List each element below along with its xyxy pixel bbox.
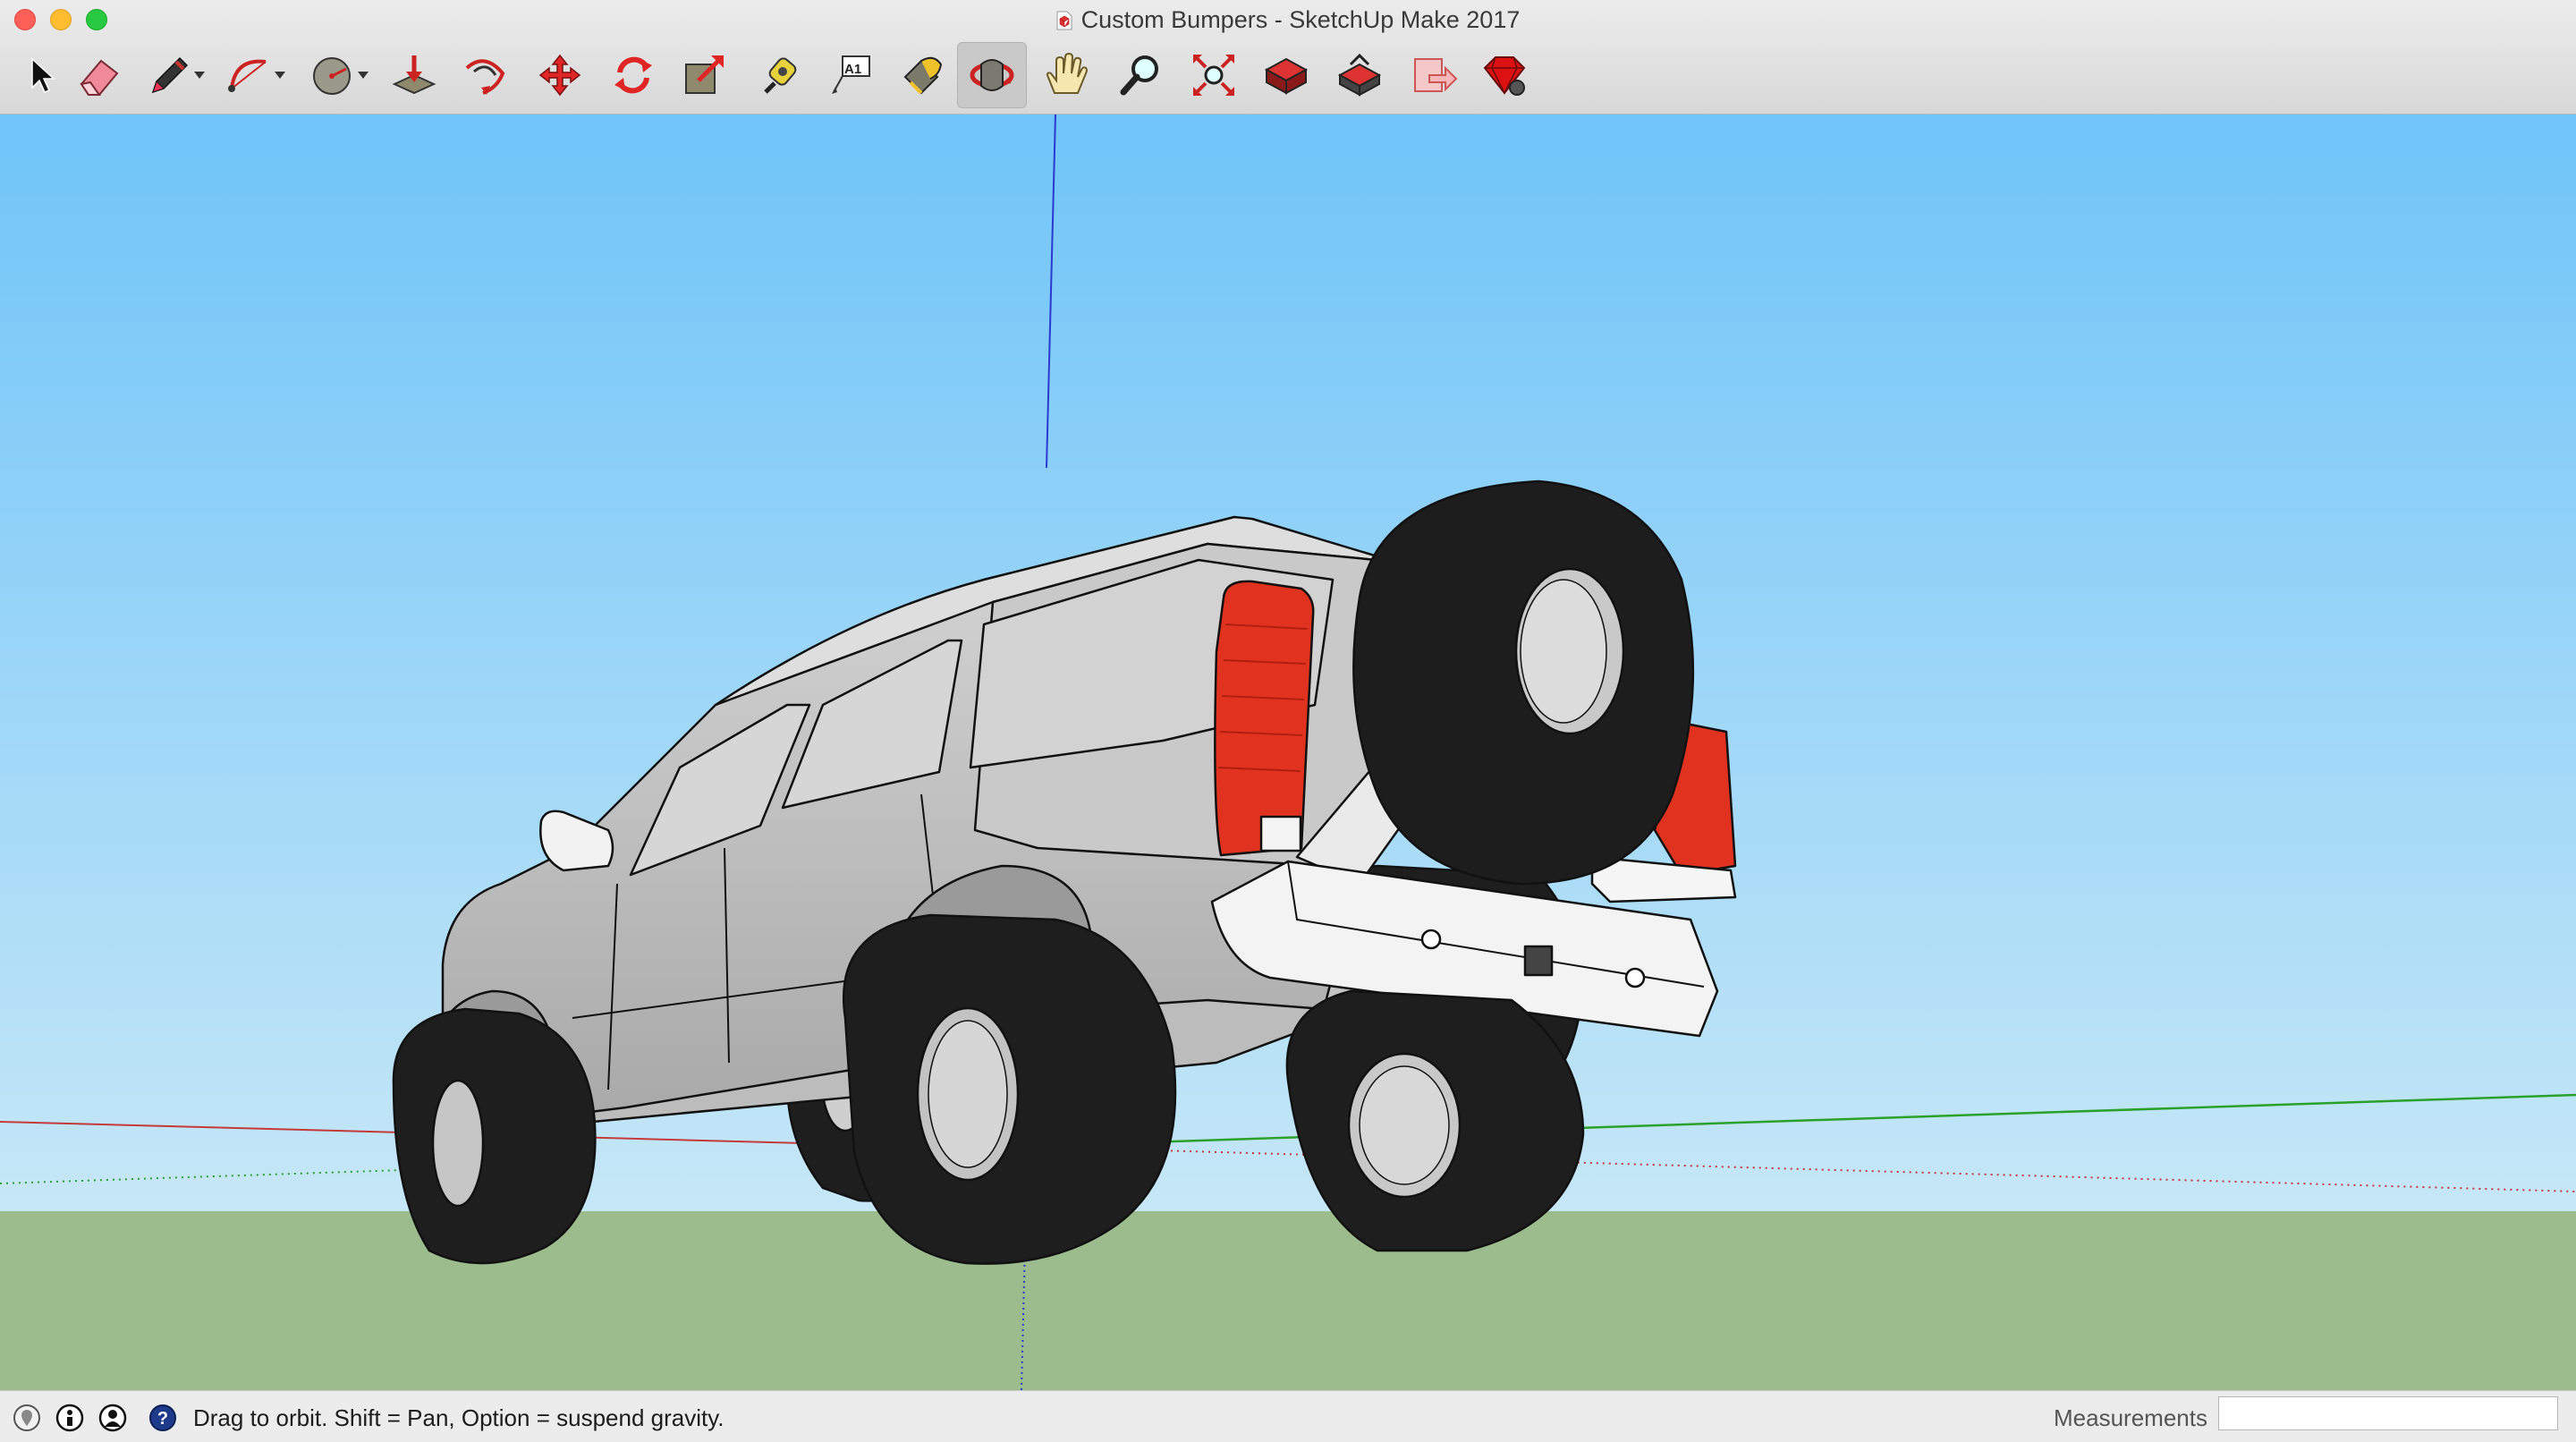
reverse-lamp <box>1259 815 1302 852</box>
pan-tool-button[interactable] <box>1027 42 1104 108</box>
main-toolbar: A1 <box>20 38 1537 113</box>
send-to-layout-button[interactable] <box>1397 42 1472 108</box>
push-pull-tool-button[interactable] <box>381 42 447 108</box>
push-pull-icon <box>392 55 436 95</box>
share-model-button[interactable] <box>1322 42 1397 108</box>
line-tool-button[interactable] <box>136 42 215 108</box>
hand-icon <box>1046 52 1088 94</box>
zoom-tool-button[interactable] <box>1104 42 1177 108</box>
arc-tool-dropdown[interactable] <box>275 72 285 79</box>
help-icon[interactable]: ? <box>148 1404 177 1432</box>
spare-tire <box>1352 479 1695 886</box>
hitch-receiver <box>1523 945 1554 977</box>
orbit-icon <box>970 59 1014 91</box>
circle-shape-icon <box>313 57 351 95</box>
3d-warehouse-button[interactable] <box>1250 42 1322 108</box>
extension-warehouse-button[interactable] <box>1472 42 1537 108</box>
window-chrome: Custom Bumpers - SketchUp Make 2017 A1 <box>0 0 2576 115</box>
arc-icon <box>228 59 267 92</box>
shapes-tool-dropdown[interactable] <box>358 72 369 79</box>
measurements-input[interactable] <box>2218 1396 2558 1430</box>
text-tool-button[interactable]: A1 <box>816 42 886 108</box>
offset-tool-button[interactable] <box>447 42 522 108</box>
svg-text:?: ? <box>157 1409 168 1429</box>
rear-right-tire <box>1285 989 1585 1252</box>
zoom-extents-tool-button[interactable] <box>1177 42 1250 108</box>
eraser-tool-button[interactable] <box>63 42 136 108</box>
credits-icon[interactable] <box>55 1404 84 1432</box>
model-canvas <box>0 115 2576 1390</box>
window-title: Custom Bumpers - SketchUp Make 2017 <box>1080 6 1521 33</box>
move-arrows-icon <box>538 54 581 97</box>
status-message: Drag to orbit. Shift = Pan, Option = sus… <box>193 1404 724 1431</box>
magnifier-icon <box>1120 55 1158 96</box>
ruby-gem-icon <box>1483 56 1526 96</box>
rotate-tool-button[interactable] <box>597 42 669 108</box>
warehouse-icon <box>1264 57 1309 95</box>
tape-measure-icon <box>764 57 797 94</box>
tail-light-left <box>1214 580 1315 857</box>
near-front-tire <box>392 1007 597 1265</box>
layout-icon <box>1414 58 1458 92</box>
tape-measure-tool-button[interactable] <box>742 42 816 108</box>
user-account-icon[interactable] <box>98 1404 127 1432</box>
move-tool-button[interactable] <box>522 42 597 108</box>
text-tool-glyph: A1 <box>844 62 862 77</box>
offset-icon <box>465 59 505 95</box>
rotate-icon <box>614 56 652 94</box>
arc-tool-button[interactable] <box>215 42 297 108</box>
scale-tool-button[interactable] <box>669 42 742 108</box>
orbit-tool-button[interactable] <box>957 42 1027 108</box>
select-tool-button[interactable] <box>20 42 63 108</box>
pencil-icon <box>151 56 189 94</box>
eraser-icon <box>80 59 119 96</box>
line-tool-dropdown[interactable] <box>194 72 205 79</box>
near-rear-tire <box>843 913 1177 1265</box>
ground-plane <box>0 1211 2576 1390</box>
window-title-bar: Custom Bumpers - SketchUp Make 2017 <box>0 5 2576 34</box>
paint-bucket-icon <box>903 56 943 95</box>
shapes-tool-button[interactable] <box>297 42 381 108</box>
status-bar: ? Drag to orbit. Shift = Pan, Option = s… <box>0 1390 2576 1442</box>
share-model-icon <box>1337 53 1382 97</box>
scale-icon <box>685 55 724 94</box>
paint-bucket-tool-button[interactable] <box>886 42 957 108</box>
geo-location-icon[interactable] <box>13 1404 41 1432</box>
sketchup-document-icon <box>1056 11 1072 30</box>
arrow-cursor-icon <box>31 57 55 93</box>
model-viewport[interactable] <box>0 115 2576 1390</box>
zoom-extents-icon <box>1193 55 1234 96</box>
measurements-label: Measurements <box>2054 1404 2207 1431</box>
